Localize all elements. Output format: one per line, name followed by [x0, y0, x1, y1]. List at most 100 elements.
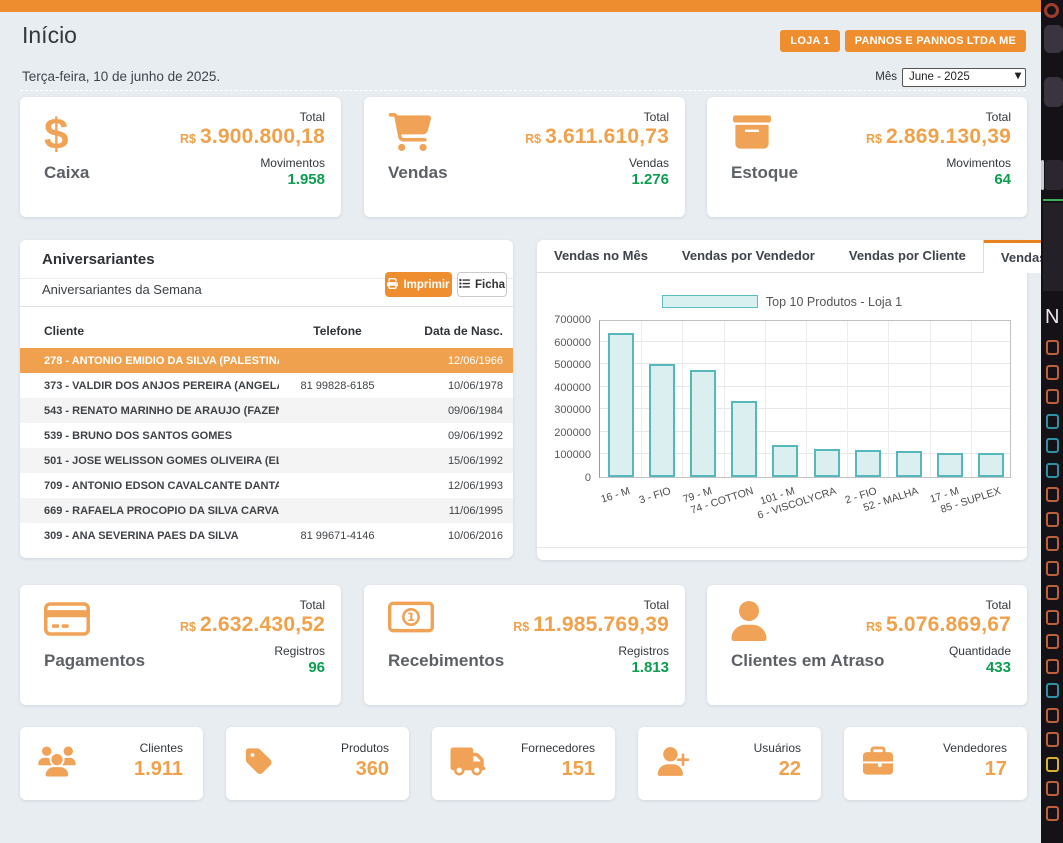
total-value: R$5.076.869,67	[866, 613, 1011, 637]
card-fornecedores: Fornecedores 151	[432, 727, 615, 800]
chart-legend: Top 10 Produtos - Loja 1	[537, 295, 1027, 309]
y-axis-label: 600000	[537, 337, 591, 349]
count-label: Quantidade	[866, 644, 1011, 658]
chart-bar	[608, 333, 634, 477]
mini-card-label: Vendedores	[943, 741, 1007, 755]
total-label: Total	[513, 598, 669, 612]
card-vendas: Vendas Total R$3.611.610,73 Vendas 1.276	[364, 97, 685, 217]
mini-card-label: Usuários	[754, 741, 801, 755]
y-axis-label: 700000	[537, 314, 591, 326]
card-usuarios: Usuários 22	[638, 727, 821, 800]
count-label: Vendas	[525, 156, 669, 170]
total-label: Total	[866, 598, 1011, 612]
tab-vendas-por-vendedor[interactable]: Vendas por Vendedor	[665, 240, 832, 273]
count-label: Movimentos	[866, 156, 1011, 170]
month-label: Mês	[875, 71, 897, 83]
divider	[20, 306, 513, 307]
tab-vendas-por-cliente[interactable]: Vendas por Cliente	[832, 240, 983, 273]
column-header-telefone: Telefone	[275, 324, 400, 338]
dollar-icon: $	[44, 113, 68, 159]
y-axis-label: 200000	[537, 427, 591, 439]
file-icon	[1046, 708, 1059, 723]
card-label: Recebimentos	[388, 651, 504, 671]
table-row[interactable]: 501 - JOSE WELISSON GOMES OLIVEIRA (ELC.…	[20, 448, 513, 473]
chart-bar	[649, 364, 675, 477]
file-icon	[1046, 365, 1059, 380]
count-value: 433	[866, 659, 1011, 676]
panel-subtitle: Aniversariantes da Semana	[42, 282, 202, 297]
card-estoque: Estoque Total R$2.869.130,39 Movimentos …	[707, 97, 1027, 217]
sales-chart: Top 10 Produtos - Loja 1 0 100000 200000 30…	[537, 273, 1027, 560]
ficha-button[interactable]: Ficha	[457, 272, 507, 297]
table-row[interactable]: 309 - ANA SEVERINA PAES DA SILVA81 99671…	[20, 523, 513, 548]
mini-card-label: Produtos	[341, 741, 389, 755]
file-icon	[1046, 487, 1059, 502]
card-label: Vendas	[388, 163, 448, 183]
file-icon	[1046, 438, 1059, 453]
header-divider	[20, 90, 1026, 91]
chart-bar	[814, 449, 840, 477]
chart-bar	[690, 370, 716, 477]
toolbar-button	[1044, 77, 1063, 107]
month-filter: Mês June - 2025 ▾	[875, 67, 1026, 87]
tab-vendas-no-mes[interactable]: Vendas no Mês	[537, 240, 665, 273]
total-value: R$2.869.130,39	[866, 125, 1011, 149]
mini-card-label: Fornecedores	[521, 741, 595, 755]
mini-card-value: 22	[779, 758, 801, 781]
count-value: 1.958	[180, 171, 325, 188]
total-value: R$11.985.769,39	[513, 613, 669, 637]
x-axis-label: 3 - FIO	[638, 485, 673, 507]
chart-bar	[978, 453, 1004, 477]
divider	[537, 547, 1027, 548]
card-label: Pagamentos	[44, 651, 145, 671]
table-row[interactable]: 278 - ANTONIO EMIDIO DA SILVA (PALESTINA…	[20, 348, 513, 373]
count-value: 1.813	[513, 659, 669, 676]
table-row[interactable]: 539 - BRUNO DOS SANTOS GOMES09/06/1992	[20, 423, 513, 448]
ficha-button-label: Ficha	[475, 279, 505, 291]
legend-label: Top 10 Produtos - Loja 1	[766, 295, 902, 309]
card-clientes: Clientes 1.911	[20, 727, 203, 800]
table-row[interactable]: 669 - RAFAELA PROCOPIO DA SILVA CARVALHO…	[20, 498, 513, 523]
total-label: Total	[866, 110, 1011, 124]
mini-card-value: 17	[985, 758, 1007, 781]
tag-icon	[244, 746, 274, 781]
main-content: Início LOJA 1 PANNOS E PANNOS LTDA ME Te…	[0, 0, 1041, 843]
printer-icon	[387, 278, 398, 292]
y-axis-label: 400000	[537, 382, 591, 394]
page-title: Início	[22, 22, 77, 49]
file-icon	[1046, 414, 1059, 429]
file-icon	[1046, 634, 1059, 649]
app-logo-icon	[1044, 3, 1059, 18]
y-axis-label: 100000	[537, 449, 591, 461]
mini-card-value: 1.911	[134, 758, 183, 781]
file-icon	[1046, 463, 1059, 478]
tab-icon	[1045, 160, 1063, 190]
top-accent-bar	[0, 0, 1041, 12]
chart-bar	[855, 450, 881, 477]
person-icon	[731, 601, 767, 647]
print-button[interactable]: Imprimir	[385, 272, 452, 297]
company-badge[interactable]: PANNOS E PANNOS LTDA ME	[845, 30, 1026, 52]
table-row[interactable]: 709 - ANTONIO EDSON CAVALCANTE DANTAS12/…	[20, 473, 513, 498]
users-icon	[38, 746, 76, 781]
table-row[interactable]: 373 - VALDIR DOS ANJOS PEREIRA (ANGELA)8…	[20, 373, 513, 398]
y-axis-label: 500000	[537, 359, 591, 371]
file-icon	[1046, 683, 1059, 698]
card-label: Clientes em Atraso	[731, 651, 884, 671]
card-vendedores: Vendedores 17	[844, 727, 1027, 800]
file-icon	[1046, 610, 1059, 625]
store-badge[interactable]: LOJA 1	[780, 30, 839, 52]
file-icon	[1046, 340, 1059, 355]
chart-bar	[731, 401, 757, 477]
card-pagamentos: Pagamentos Total R$2.632.430,52 Registro…	[20, 585, 341, 705]
dashboard-page: Início LOJA 1 PANNOS E PANNOS LTDA ME Te…	[0, 0, 1063, 843]
table-row[interactable]: 543 - RENATO MARINHO DE ARAUJO (FAZEND..…	[20, 398, 513, 423]
mini-card-value: 151	[562, 758, 595, 781]
month-select[interactable]: June - 2025	[902, 68, 1026, 87]
card-clientes-em-atraso: Clientes em Atraso Total R$5.076.869,67 …	[707, 585, 1027, 705]
y-axis-label: 300000	[537, 404, 591, 416]
y-axis-label: 0	[537, 472, 591, 484]
print-button-label: Imprimir	[403, 279, 449, 291]
total-value: R$3.900.800,18	[180, 125, 325, 149]
count-value: 96	[180, 659, 325, 676]
